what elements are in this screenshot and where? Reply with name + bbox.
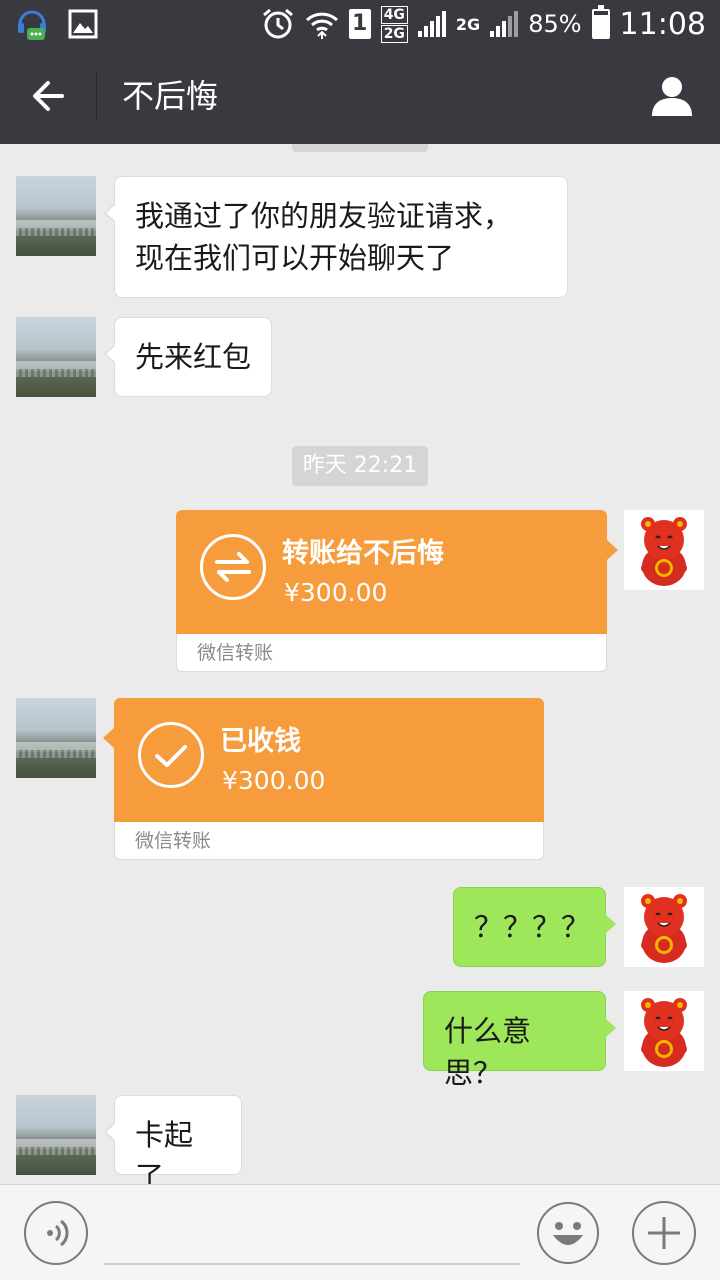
- transfer-arrows-icon: [215, 552, 251, 582]
- message-text: 什么意思？: [444, 1014, 532, 1090]
- message-bubble-incoming[interactable]: 我通过了你的朋友验证请求， 现在我们可以开始聊天了: [104, 176, 568, 298]
- my-avatar[interactable]: [624, 887, 704, 967]
- message-text-line: 现在我们可以开始聊天了: [135, 241, 455, 275]
- transfer-card-received[interactable]: 已收钱 ¥300.00 微信转账: [103, 698, 544, 860]
- contact-avatar[interactable]: [16, 176, 96, 256]
- message-text-line: 我通过了你的朋友验证请求，: [135, 199, 513, 233]
- transfer-title: 转账给不后悔: [282, 538, 444, 569]
- voice-toggle-button[interactable]: [24, 1201, 88, 1265]
- input-bar: [0, 1184, 720, 1280]
- message-bubble-incoming[interactable]: 卡起了: [104, 1095, 242, 1184]
- transfer-footer: 微信转账: [114, 822, 544, 860]
- nav-divider: [96, 72, 97, 120]
- contact-avatar[interactable]: [16, 698, 96, 778]
- transfer-amount: ¥300.00: [284, 578, 388, 607]
- timestamp-chip: 昨天 22:21: [292, 446, 428, 486]
- checkmark-icon: [155, 745, 187, 767]
- battery-percent: 85%: [528, 10, 582, 38]
- battery-icon: [591, 5, 610, 39]
- message-text: ？？？？: [474, 910, 591, 944]
- scroll-indicator: [292, 144, 428, 152]
- signal-bars-2-icon: [490, 11, 519, 37]
- transfer-card-header: 已收钱 ¥300.00: [114, 698, 544, 822]
- back-arrow-icon[interactable]: [22, 70, 74, 122]
- network-2g-top-label: 2G: [380, 24, 408, 43]
- contact-avatar[interactable]: [16, 1095, 96, 1175]
- wifi-icon: [305, 12, 338, 39]
- status-bar: 1 4G 2G 2G 85% 11:08: [0, 0, 720, 48]
- message-bubble-outgoing[interactable]: 什么意思？: [423, 991, 616, 1090]
- chat-title: 不后悔: [122, 77, 219, 115]
- transfer-card-header: 转账给不后悔 ¥300.00: [176, 510, 607, 634]
- contact-avatar[interactable]: [16, 317, 96, 397]
- message-bubble-incoming[interactable]: 先来红包: [104, 317, 272, 397]
- message-text: 卡起了: [135, 1118, 194, 1184]
- transfer-circle: [138, 722, 204, 788]
- lucky-bear-avatar-icon: [641, 517, 687, 586]
- transfer-circle: [200, 534, 266, 600]
- message-list[interactable]: 我通过了你的朋友验证请求， 现在我们可以开始聊天了 先来红包 昨天 22:21 …: [0, 144, 720, 1184]
- sim-slot-indicator: 1: [348, 9, 371, 39]
- chat-title-bar: 不后悔: [0, 48, 720, 144]
- network-4g-label: 4G: [380, 5, 408, 24]
- alarm-icon: [262, 8, 293, 39]
- transfer-title: 已收钱: [220, 726, 301, 757]
- more-options-button[interactable]: [632, 1201, 696, 1265]
- lucky-bear-avatar-icon: [641, 894, 687, 963]
- contact-info-icon[interactable]: [648, 72, 696, 120]
- transfer-card-sent[interactable]: 转账给不后悔 ¥300.00 微信转账: [176, 510, 618, 672]
- emoji-icon[interactable]: [536, 1201, 600, 1265]
- clock: 11:08: [619, 6, 706, 42]
- network-2g-label: 2G: [455, 14, 481, 34]
- gallery-icon: [68, 9, 98, 39]
- message-bubble-outgoing[interactable]: ？？？？: [453, 887, 616, 967]
- lucky-bear-avatar-icon: [641, 998, 687, 1067]
- message-text: 先来红包: [135, 340, 252, 374]
- my-avatar[interactable]: [624, 510, 704, 590]
- headset-chat-icon: [18, 10, 46, 40]
- my-avatar[interactable]: [624, 991, 704, 1071]
- signal-bars-icon: [417, 11, 446, 37]
- dual-network-indicator: 4G 2G: [380, 5, 408, 43]
- message-input[interactable]: [104, 1203, 520, 1265]
- transfer-footer: 微信转账: [176, 634, 607, 672]
- voice-icon: [47, 1219, 69, 1247]
- transfer-amount: ¥300.00: [222, 766, 326, 795]
- plus-icon: [648, 1217, 680, 1249]
